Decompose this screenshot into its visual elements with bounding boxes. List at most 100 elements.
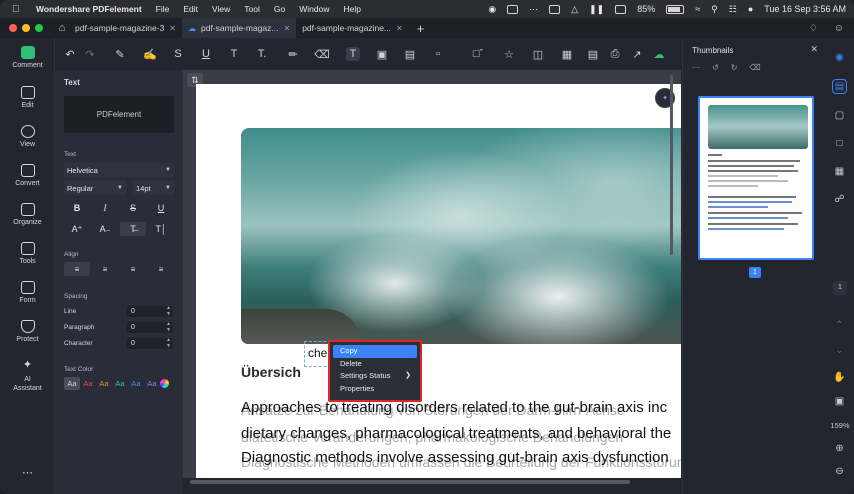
save-icon[interactable]: ▤ — [586, 47, 600, 61]
align-justify-icon[interactable]: ≡ — [120, 262, 146, 276]
nav-form[interactable]: Form — [0, 281, 55, 304]
minimize-window-button[interactable] — [22, 24, 30, 32]
align-right-icon[interactable]: ≡ — [148, 262, 174, 276]
document-tab[interactable]: pdf-sample-magazine-3 ✕ — [69, 18, 182, 38]
account-icon[interactable]: ☺ — [834, 23, 844, 34]
measure-icon[interactable]: ▦ — [560, 47, 574, 61]
menu-help[interactable]: Help — [343, 4, 360, 14]
apple-icon[interactable]:  — [12, 4, 24, 15]
clipboard-icon[interactable] — [507, 4, 519, 14]
thumbnails-icon[interactable]: ▤ — [832, 79, 847, 94]
stepper-icon[interactable]: ▲ ▼ — [166, 321, 171, 333]
dots-icon[interactable]: ⋯ — [529, 4, 538, 15]
align-center-icon[interactable]: ≡ — [92, 262, 118, 276]
more-icon[interactable]: ⋯ — [0, 466, 55, 479]
menu-settings-status[interactable]: Settings Status ❯ — [333, 370, 417, 383]
redo-icon[interactable]: ↷ — [83, 47, 97, 61]
close-icon[interactable]: ✕ — [810, 44, 818, 55]
document-canvas[interactable]: ⇅ ✦ Übersich che Ansätze zur Behandlung … — [183, 70, 681, 478]
menu-properties[interactable]: Properties — [333, 383, 417, 396]
text-t-icon[interactable] — [549, 4, 561, 14]
comments-icon[interactable]: ▢ — [832, 108, 847, 123]
section-heading[interactable]: Übersich — [241, 364, 301, 380]
stamp-icon[interactable]: ☆ — [502, 47, 516, 61]
page-up-icon[interactable]: ⌃ — [832, 318, 847, 333]
body-text-line[interactable]: Diagnostic methods involve assessing gut… — [241, 449, 669, 466]
close-window-button[interactable] — [9, 24, 17, 32]
document-tab-active[interactable]: ☁ pdf-sample-magaz... ✕ — [182, 18, 297, 38]
print-icon[interactable]: ⎙ — [608, 47, 622, 61]
editing-text[interactable]: che — [308, 346, 327, 360]
fit-page-icon[interactable]: ▣ — [832, 394, 847, 409]
close-tab-icon[interactable]: ✕ — [396, 24, 403, 33]
font-size-select[interactable]: 14pt ▼ — [133, 181, 174, 195]
nav-tools[interactable]: Tools — [0, 242, 55, 265]
body-text-line[interactable]: Approaches to treating disorders related… — [241, 399, 667, 416]
superscript-icon[interactable]: A⁺ — [64, 222, 90, 236]
attachments-icon[interactable]: ☍ — [832, 192, 847, 207]
battery-icon[interactable] — [666, 4, 685, 14]
nav-edit[interactable]: Edit — [0, 86, 55, 109]
bookmark-icon[interactable]: □ — [832, 136, 847, 151]
underline-icon[interactable]: U — [199, 47, 213, 61]
pencil-icon[interactable]: ✏ — [286, 47, 300, 61]
color-swatch[interactable]: Aa — [96, 377, 112, 390]
spotlight-icon[interactable]: ⚲ — [711, 4, 718, 15]
nav-organize[interactable]: Organize — [0, 203, 55, 226]
wifi-icon[interactable]: ≈ — [695, 4, 700, 14]
paragraph-spacing-input[interactable]: 0 ▲ ▼ — [127, 321, 173, 333]
add-text-icon[interactable]: T — [346, 47, 360, 61]
menu-view[interactable]: View — [212, 4, 230, 14]
delete-icon[interactable]: ⌫ — [749, 63, 760, 72]
hand-tool-icon[interactable]: ✋ — [832, 370, 847, 385]
menu-file[interactable]: File — [156, 4, 170, 14]
record-icon[interactable]: ◉ — [488, 4, 496, 15]
font-style-select[interactable]: Regular ▼ — [64, 181, 126, 195]
menu-tool[interactable]: Tool — [244, 4, 260, 14]
color-swatch[interactable]: Aa — [128, 377, 144, 390]
nav-ai-assistant[interactable]: ✦ AI Assistant — [0, 359, 55, 393]
stepper-icon[interactable]: ▲ ▼ — [166, 305, 171, 317]
rotate-right-icon[interactable]: ↻ — [731, 63, 738, 72]
color-swatch[interactable]: Aa — [112, 377, 128, 390]
home-icon[interactable]: ⌂ — [55, 21, 69, 35]
cloud-sync-icon[interactable]: ☁ — [652, 47, 666, 61]
page-down-icon[interactable]: ⌄ — [832, 343, 847, 358]
document-tab[interactable]: pdf-sample-magazine... ✕ — [296, 18, 409, 38]
text-fit-icon[interactable]: T│ — [148, 222, 174, 236]
nav-convert[interactable]: Convert — [0, 164, 55, 187]
text-box-icon[interactable]: ▣ — [375, 47, 389, 61]
attachment-icon[interactable]: ◫ — [531, 47, 545, 61]
strikethrough-icon[interactable]: S — [120, 201, 146, 215]
maximize-window-button[interactable] — [35, 24, 43, 32]
color-swatch[interactable]: Aa — [80, 377, 96, 390]
zoom-level[interactable]: 159% — [826, 421, 854, 430]
zoom-in-icon[interactable]: ⊕ — [832, 441, 847, 456]
italic-icon[interactable]: I — [92, 201, 118, 215]
bold-icon[interactable]: B — [64, 201, 90, 215]
more-icon[interactable]: ⋯ — [692, 63, 700, 72]
character-spacing-input[interactable]: 0 ▲ ▼ — [127, 337, 173, 349]
subscript-icon[interactable]: A₋ — [92, 222, 118, 236]
close-tab-icon[interactable]: ✕ — [283, 24, 290, 33]
input-source-icon[interactable] — [615, 4, 627, 14]
undo-icon[interactable]: ↶ — [63, 47, 77, 61]
callout-icon[interactable]: ▤ — [403, 47, 417, 61]
current-page-indicator[interactable]: 1 — [833, 281, 847, 295]
nav-protect[interactable]: Protect — [0, 320, 55, 343]
typewriter-icon[interactable]: T. — [255, 47, 269, 61]
page-thumbnail[interactable] — [698, 96, 814, 260]
clock[interactable]: Tue 16 Sep 3:56 AM — [764, 4, 846, 14]
color-picker-icon[interactable] — [160, 379, 169, 388]
share-icon[interactable]: ↗ — [630, 47, 644, 61]
close-tab-icon[interactable]: ✕ — [169, 24, 176, 33]
menu-go[interactable]: Go — [274, 4, 285, 14]
bell-icon[interactable]: ♢ — [809, 23, 818, 34]
menu-delete[interactable]: Delete — [333, 358, 417, 371]
control-center-icon[interactable]: ☷ — [729, 4, 737, 15]
underline-icon[interactable]: U — [148, 201, 174, 215]
text-size-icon[interactable]: T̶ — [120, 222, 146, 236]
menu-copy[interactable]: Copy — [333, 345, 417, 358]
text-icon[interactable]: T — [227, 47, 241, 61]
zoom-out-icon[interactable]: ⊖ — [832, 464, 847, 479]
